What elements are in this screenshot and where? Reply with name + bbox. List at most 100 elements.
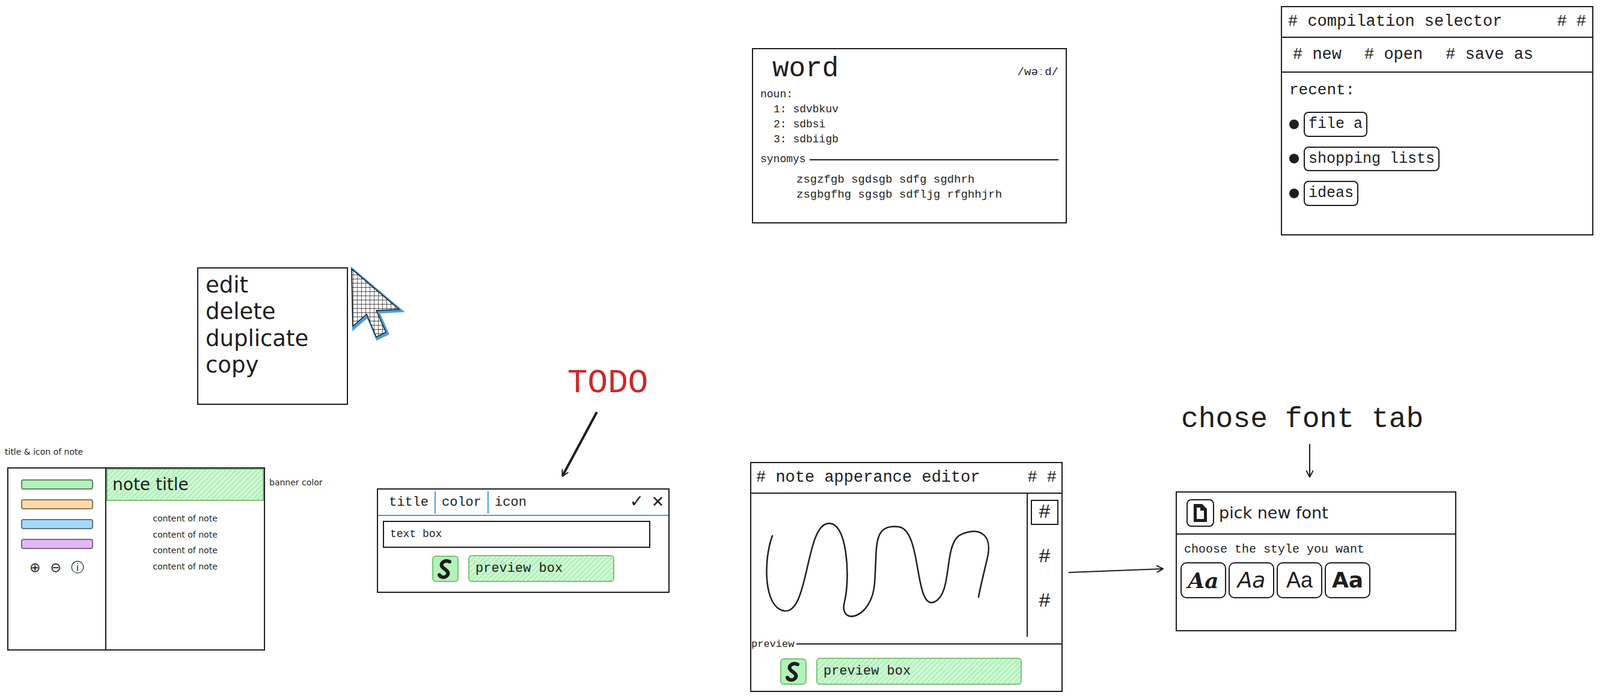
recent-file[interactable]: shopping lists — [1303, 146, 1440, 172]
tab[interactable]: icon — [487, 491, 533, 514]
recent-list: recent: file a shopping lists ideas — [1282, 72, 1593, 213]
part-of-speech: noun: — [760, 87, 1059, 103]
note-buttons: ⊕ ⊖ ⓘ — [29, 561, 85, 575]
style-list: AaAaAaAa — [1176, 561, 1456, 600]
tool-button[interactable]: # — [1030, 589, 1059, 615]
caption: title & icon of note — [4, 445, 83, 459]
synonyms-label: synomys — [760, 152, 807, 168]
note-title: note title — [112, 472, 189, 498]
bullet-icon — [1289, 119, 1299, 130]
content-line: content of note — [152, 558, 218, 576]
tool-button[interactable]: # — [1030, 544, 1059, 570]
whiteboard: editdeleteduplicatecopy word/wəːd/noun:1… — [0, 0, 1600, 698]
title-editor: titlecoloricon✓✕text boxpreview box — [376, 488, 670, 594]
note-button[interactable]: ⊖ — [50, 561, 62, 575]
recent-item[interactable]: file a — [1289, 111, 1585, 138]
cancel-button[interactable]: ✕ — [652, 492, 664, 513]
editor-body: # # # — [751, 494, 1062, 638]
menu-item[interactable]: # save as — [1445, 42, 1534, 68]
cursor-icon — [348, 266, 407, 341]
synonym-line: zsgzfgb sgdsgb sdfg sgdhrh — [760, 172, 1059, 189]
note-item[interactable] — [21, 499, 94, 510]
menu-item[interactable]: copy — [205, 352, 340, 379]
note-caption: title & icon of note — [4, 445, 83, 459]
header: pick new font — [1176, 492, 1456, 535]
synonyms: zsgzfgb sgdsgb sdfg sgdhrhzsgbgfhg sgsgb… — [760, 172, 1059, 204]
note-button[interactable]: ⓘ — [70, 561, 85, 575]
tool-button[interactable]: # — [1030, 500, 1059, 526]
synonym-line: zsgbgfhg sgsgb sdfljg rfghhjrh — [760, 187, 1059, 204]
tab[interactable]: title — [382, 491, 435, 514]
content-line: content of note — [152, 510, 218, 528]
font-tab-caption: chose font tab — [1181, 403, 1424, 436]
file-icon — [1186, 499, 1215, 528]
divider — [809, 159, 1059, 161]
recent-item[interactable]: shopping lists — [1289, 146, 1585, 172]
note-icon — [780, 658, 807, 686]
title-bar: # compilation selector # # — [1282, 7, 1593, 38]
note-item[interactable] — [21, 519, 94, 530]
window-controls[interactable]: # # — [1027, 465, 1057, 491]
note-item[interactable] — [21, 539, 94, 550]
dictionary-card: word/wəːd/noun:1: sdvbkuv2: sdbsi3: sdbi… — [751, 48, 1067, 224]
bullet-icon — [1289, 153, 1299, 164]
drawing-canvas[interactable] — [751, 494, 1027, 638]
note-sidebar: ⊕ ⊖ ⓘ — [8, 468, 107, 650]
tab[interactable]: color — [434, 491, 488, 514]
word-title: word — [760, 54, 839, 85]
divider — [796, 643, 1062, 645]
font-style-button[interactable]: Aa — [1180, 562, 1227, 599]
content-line: content of note — [152, 542, 218, 559]
menu-bar: # new # open # save as — [1282, 37, 1593, 74]
definition: 3: sdbiigb — [760, 132, 1059, 148]
bullet-icon — [1289, 188, 1299, 199]
caption: banner color — [269, 476, 323, 490]
content-line: content of note — [152, 527, 218, 544]
note-layout: ⊕⊖ⓘnote titlecontent of notecontent of n… — [7, 467, 266, 651]
preview-row: preview box — [378, 548, 669, 589]
preview-box: preview box — [816, 658, 1022, 686]
note-content: content of notecontent of notecontent of… — [106, 501, 264, 575]
preview-label: preview — [751, 637, 794, 653]
preview-box: preview box — [468, 555, 615, 583]
font-style-button[interactable]: Aa — [1228, 562, 1275, 599]
text-field[interactable]: text box — [382, 521, 651, 549]
window-controls[interactable]: # # — [1556, 9, 1587, 35]
todo-label: TODO — [567, 366, 648, 401]
menu-item[interactable]: delete — [205, 298, 340, 326]
font-style-button[interactable]: Aa — [1324, 562, 1371, 599]
caption: chose font tab — [1181, 403, 1424, 436]
tool-bar: # # # — [1026, 494, 1062, 638]
recent-file[interactable]: ideas — [1303, 180, 1359, 207]
font-title: pick new font — [1218, 501, 1329, 526]
preview-row: preview box — [751, 652, 1062, 692]
menu-item[interactable]: edit — [205, 272, 340, 299]
word-row: word/wəːd/ — [760, 54, 1059, 85]
appearance-editor: # note apperance editor # # # # # preview prev… — [750, 462, 1063, 693]
confirm-button[interactable]: ✓ — [630, 492, 642, 513]
actions: ✓✕ — [630, 492, 664, 513]
context-menu: editdeleteduplicatecopy — [197, 267, 349, 406]
definition: 1: sdvbkuv — [760, 102, 1059, 118]
window-title: # note apperance editor — [756, 465, 981, 491]
recent-item[interactable]: ideas — [1289, 180, 1585, 207]
preview-header: preview — [751, 637, 1062, 653]
recent-label: recent: — [1289, 78, 1585, 103]
prompt: choose the style you want — [1176, 534, 1456, 562]
note-item[interactable] — [21, 479, 94, 490]
todo-text: TODO — [567, 366, 648, 401]
font-style-button[interactable]: Aa — [1276, 562, 1323, 599]
menu-item[interactable]: # open — [1364, 42, 1423, 68]
compilation-selector: # compilation selector # # # new # open # sa… — [1280, 6, 1594, 236]
definition: 2: sdbsi — [760, 117, 1059, 133]
window-title: # compilation selector — [1288, 9, 1503, 35]
title-bar: # note apperance editor # # — [751, 463, 1062, 495]
recent-file[interactable]: file a — [1303, 111, 1368, 138]
note-icon — [432, 555, 459, 583]
pronunciation: /wəːd/ — [1017, 54, 1059, 82]
font-picker: pick new font choose the style you wantAa… — [1175, 491, 1457, 632]
menu-item[interactable]: # new — [1292, 42, 1342, 68]
note-button[interactable]: ⊕ — [29, 561, 41, 575]
tab-bar: titlecoloricon✓✕ — [378, 489, 669, 517]
menu-item[interactable]: duplicate — [205, 325, 340, 353]
